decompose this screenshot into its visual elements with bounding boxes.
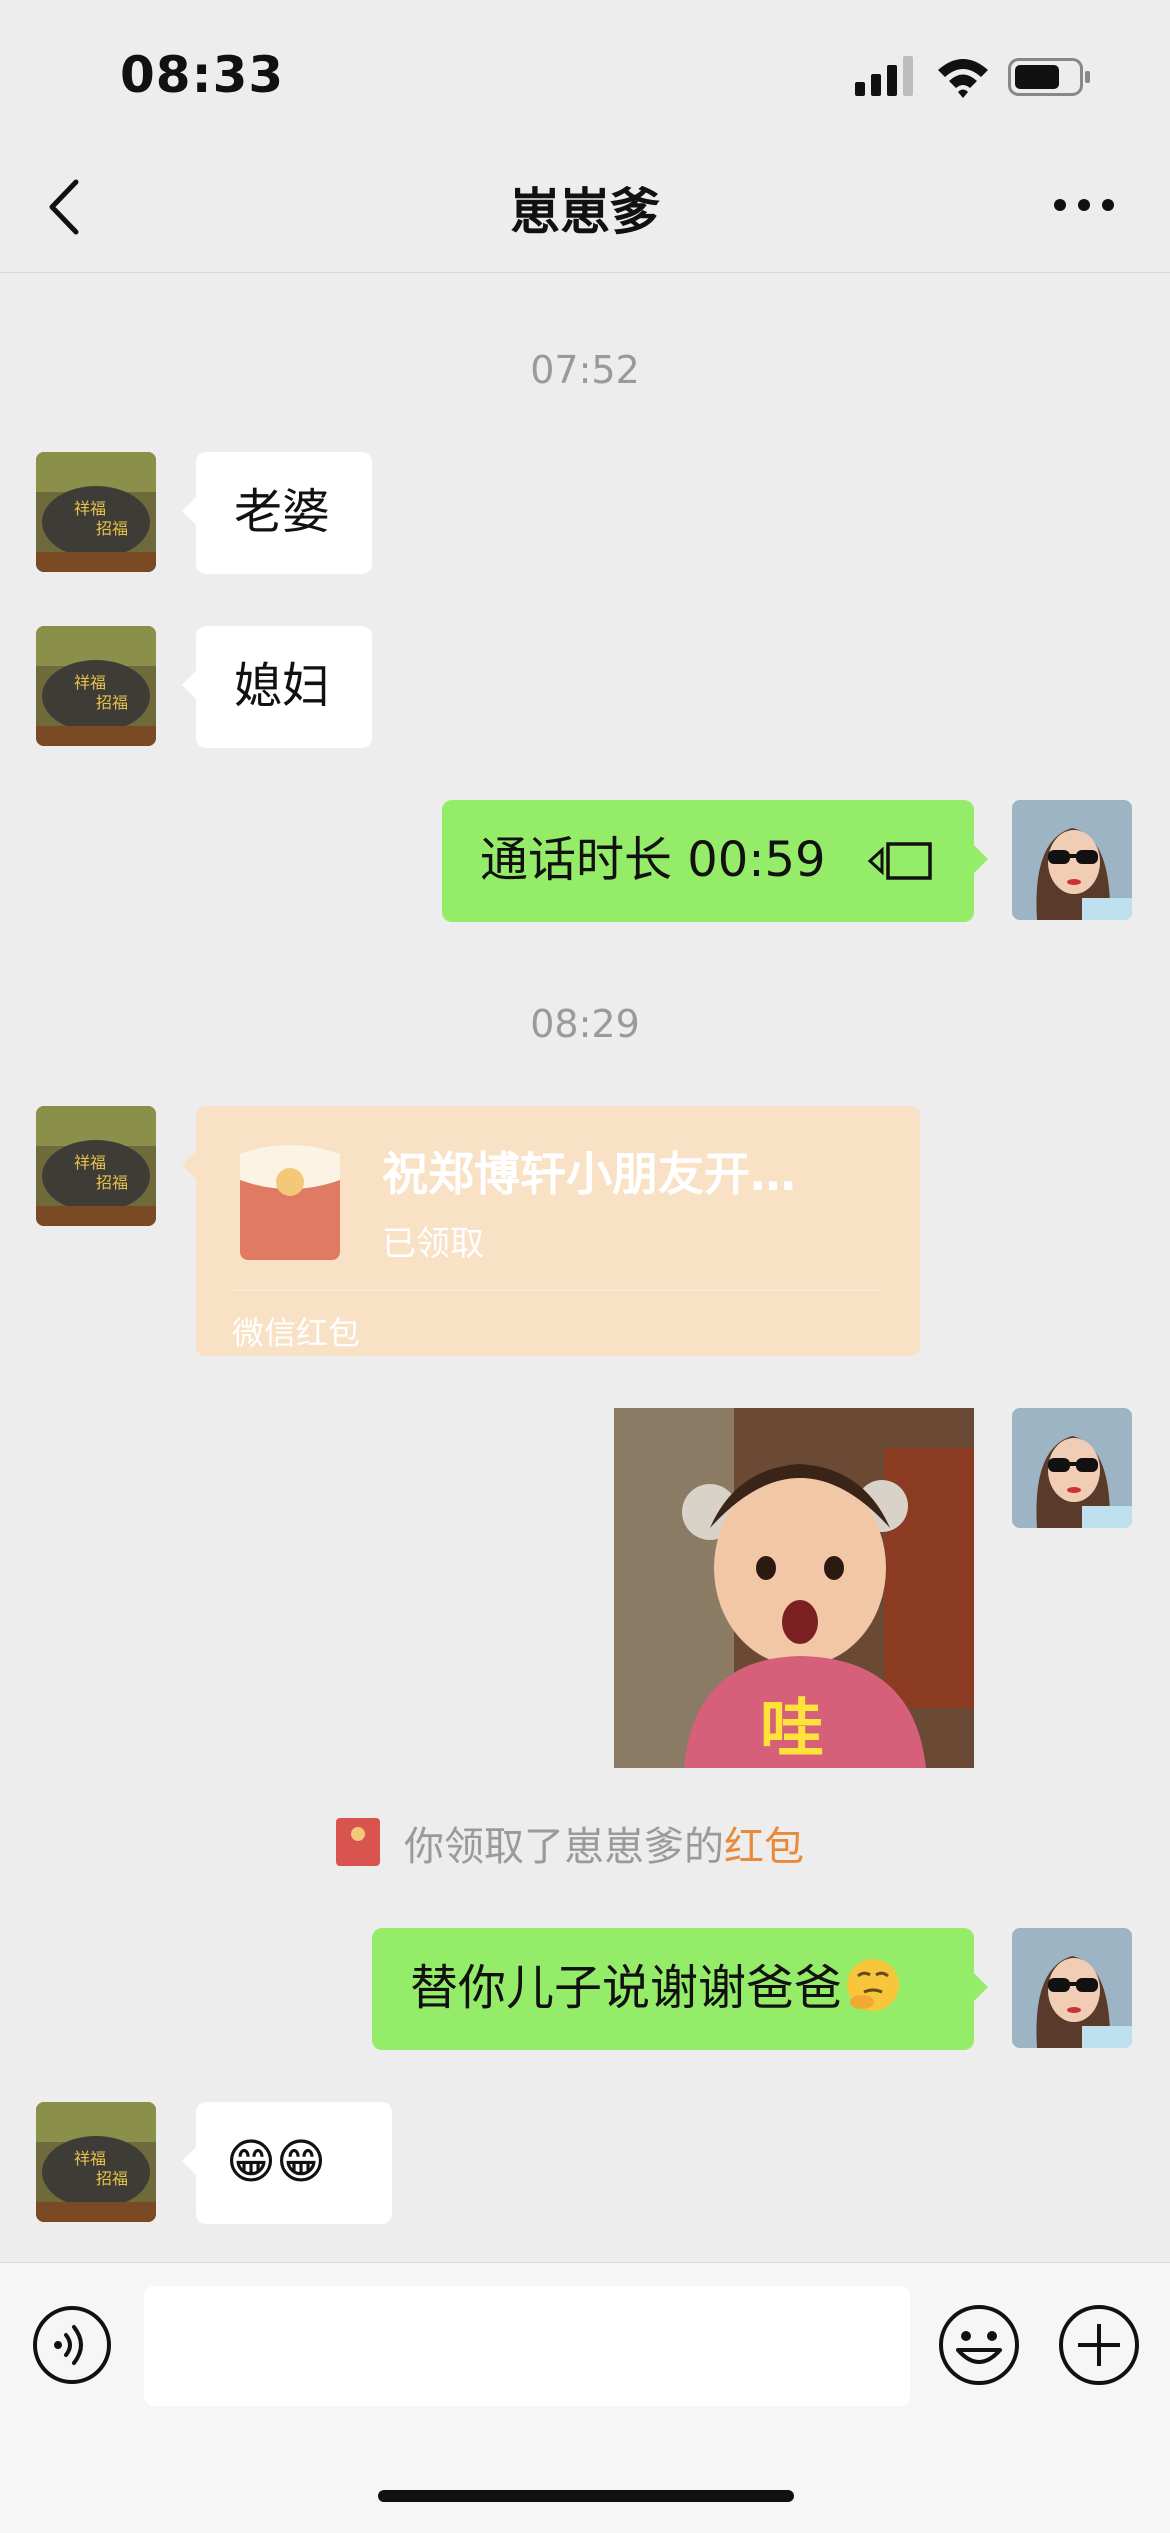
battery-icon bbox=[1008, 58, 1090, 96]
svg-text:祥福: 祥福 bbox=[74, 2149, 106, 2168]
svg-text:祥福: 祥福 bbox=[74, 1153, 106, 1172]
home-indicator bbox=[378, 2490, 794, 2502]
message-bubble-incoming[interactable]: 媳妇 bbox=[196, 626, 372, 748]
wifi-icon bbox=[938, 59, 988, 98]
svg-text:招福: 招福 bbox=[96, 693, 128, 712]
svg-text:招福: 招福 bbox=[96, 2169, 128, 2188]
contact-avatar[interactable]: 祥福 招福 bbox=[36, 452, 156, 572]
message-text: 替你儿子说谢谢爸爸 bbox=[410, 1960, 843, 2016]
contact-avatar[interactable]: 祥福 招福 bbox=[36, 1106, 156, 1226]
bubble-tail bbox=[974, 1973, 988, 2001]
signal-icon bbox=[855, 56, 913, 96]
my-avatar[interactable] bbox=[1012, 1928, 1132, 2048]
voice-icon[interactable] bbox=[32, 2305, 112, 2385]
red-packet-link[interactable]: 红包 bbox=[724, 1824, 804, 1870]
red-packet-icon bbox=[240, 1145, 340, 1260]
contact-avatar[interactable]: 祥福 招福 bbox=[36, 2102, 156, 2222]
message-input[interactable] bbox=[144, 2286, 910, 2406]
system-notice: 你领取了崽崽爹的红包 bbox=[404, 1814, 804, 1872]
status-time: 08:33 bbox=[120, 46, 285, 104]
message-bubble-incoming[interactable]: 😁😁 bbox=[196, 2102, 392, 2224]
video-call-icon bbox=[868, 842, 932, 880]
image-overlay-text: 哇 bbox=[760, 1693, 824, 1767]
red-packet-status: 已领取 bbox=[382, 1224, 484, 1264]
bubble-tail bbox=[182, 1151, 196, 1179]
bubble-tail bbox=[974, 845, 988, 873]
svg-text:招福: 招福 bbox=[96, 1173, 128, 1192]
divider bbox=[232, 1290, 882, 1291]
bubble-tail bbox=[182, 2147, 196, 2175]
emoji-icon[interactable] bbox=[938, 2304, 1020, 2386]
call-duration-text: 通话时长 00:59 bbox=[480, 832, 826, 888]
red-packet-icon bbox=[336, 1818, 380, 1866]
chat-title: 崽崽爹 bbox=[510, 183, 660, 241]
red-packet-footer: 微信红包 bbox=[232, 1314, 361, 1352]
contact-avatar[interactable]: 祥福 招福 bbox=[36, 626, 156, 746]
my-avatar[interactable] bbox=[1012, 800, 1132, 920]
notice-text: 你领取了崽崽爹的 bbox=[404, 1824, 724, 1870]
timestamp: 08:29 bbox=[530, 1002, 640, 1046]
more-icon[interactable] bbox=[1052, 190, 1116, 220]
timestamp: 07:52 bbox=[530, 348, 640, 392]
svg-text:招福: 招福 bbox=[96, 519, 128, 538]
message-bubble-outgoing[interactable]: 替你儿子说谢谢爸爸 bbox=[372, 1928, 974, 2050]
plus-icon[interactable] bbox=[1058, 2304, 1140, 2386]
message-bubble-incoming[interactable]: 老婆 bbox=[196, 452, 372, 574]
svg-text:祥福: 祥福 bbox=[74, 499, 106, 518]
thinking-emoji-icon bbox=[847, 1959, 900, 2011]
red-packet-title: 祝郑博轩小朋友开… bbox=[382, 1147, 796, 1201]
bubble-tail bbox=[182, 497, 196, 525]
my-avatar[interactable] bbox=[1012, 1408, 1132, 1528]
bubble-tail bbox=[182, 671, 196, 699]
svg-text:祥福: 祥福 bbox=[74, 673, 106, 692]
